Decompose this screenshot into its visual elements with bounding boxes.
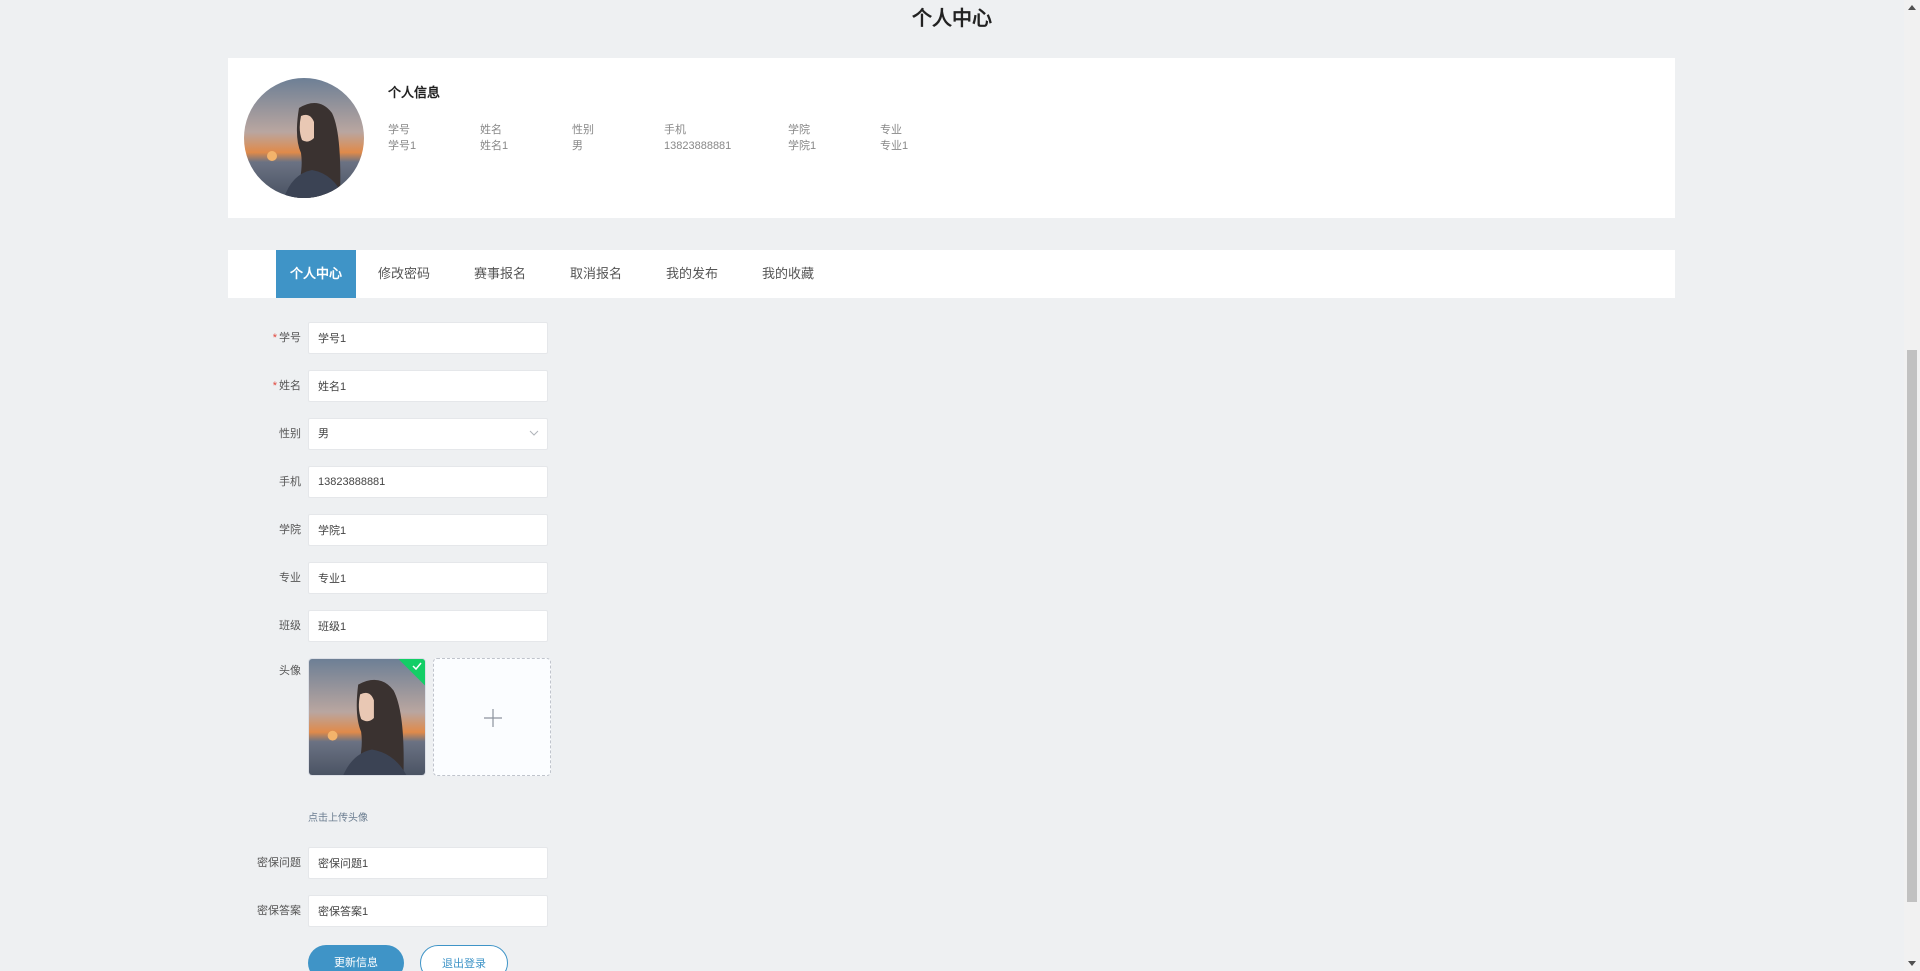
tab-bar: 个人中心 修改密码 赛事报名 取消报名 我的发布 我的收藏 [228, 250, 1675, 298]
page: 个人中心 个人信息 学号 学号1 姓名 姓名1 性别 男 手机 13823888… [0, 0, 1904, 971]
gender-label: 性别 [279, 428, 301, 440]
gender-select-value: 男 [318, 428, 329, 440]
class-input[interactable] [308, 610, 548, 642]
uploaded-avatar-thumbnail[interactable] [308, 658, 426, 776]
phone-label: 手机 [279, 476, 301, 488]
info-value: 学院1 [788, 140, 817, 152]
scroll-up-icon[interactable] [1908, 5, 1916, 10]
profile-card: 个人信息 学号 学号1 姓名 姓名1 性别 男 手机 13823888881 学… [228, 58, 1675, 218]
info-value: 学号1 [388, 140, 417, 152]
info-value: 专业1 [880, 140, 909, 152]
security-answer-label: 密保答案 [257, 905, 301, 917]
tab-cancel-registration[interactable]: 取消报名 [564, 250, 628, 298]
required-mark: * [272, 332, 277, 344]
major-label: 专业 [279, 572, 301, 584]
plus-icon [484, 709, 502, 727]
student-id-label: * 学号 [228, 322, 301, 354]
info-label: 姓名 [480, 124, 502, 136]
info-label: 专业 [880, 124, 902, 136]
chevron-down-icon [529, 430, 539, 436]
avatar-upload-button[interactable] [433, 658, 551, 776]
gender-select[interactable]: 男 [308, 418, 548, 450]
tab-my-favorites[interactable]: 我的收藏 [756, 250, 820, 298]
info-value: 13823888881 [664, 140, 732, 152]
student-id-label-text: 学号 [279, 332, 301, 344]
security-question-label: 密保问题 [257, 857, 301, 869]
info-student-id: 学号 学号1 [388, 122, 478, 154]
logout-button[interactable]: 退出登录 [420, 945, 508, 971]
info-major: 专业 专业1 [880, 122, 970, 154]
info-phone: 手机 13823888881 [664, 122, 754, 154]
page-title: 个人中心 [912, 8, 992, 30]
required-mark: * [272, 380, 277, 392]
student-id-input[interactable] [308, 322, 548, 354]
phone-input[interactable] [308, 466, 548, 498]
update-info-button[interactable]: 更新信息 [308, 945, 404, 971]
info-label: 手机 [664, 124, 686, 136]
avatar-image [244, 78, 364, 198]
class-label: 班级 [279, 620, 301, 632]
info-college: 学院 学院1 [788, 122, 878, 154]
check-icon [412, 662, 422, 671]
scrollbar-thumb[interactable] [1907, 350, 1917, 902]
scroll-down-icon[interactable] [1908, 961, 1916, 966]
info-label: 学院 [788, 124, 810, 136]
info-value: 姓名1 [480, 140, 509, 152]
vertical-scrollbar[interactable] [1904, 0, 1920, 971]
info-value: 男 [572, 140, 583, 152]
avatar [244, 78, 364, 198]
profile-card-title: 个人信息 [388, 85, 441, 100]
name-label-text: 姓名 [279, 380, 301, 392]
name-input[interactable] [308, 370, 548, 402]
info-label: 性别 [572, 124, 594, 136]
info-name: 姓名 姓名1 [480, 122, 570, 154]
tab-event-registration[interactable]: 赛事报名 [468, 250, 532, 298]
security-question-input[interactable] [308, 847, 548, 879]
college-label: 学院 [279, 524, 301, 536]
uploaded-avatar-image [309, 659, 425, 775]
info-label: 学号 [388, 124, 410, 136]
name-label: * 姓名 [228, 370, 301, 402]
tab-change-password[interactable]: 修改密码 [372, 250, 436, 298]
college-input[interactable] [308, 514, 548, 546]
upload-avatar-hint[interactable]: 点击上传头像 [308, 809, 368, 824]
tab-personal-center[interactable]: 个人中心 [276, 250, 356, 298]
major-input[interactable] [308, 562, 548, 594]
info-gender: 性别 男 [572, 122, 662, 154]
security-answer-input[interactable] [308, 895, 548, 927]
tab-my-posts[interactable]: 我的发布 [660, 250, 724, 298]
avatar-label: 头像 [279, 665, 301, 677]
